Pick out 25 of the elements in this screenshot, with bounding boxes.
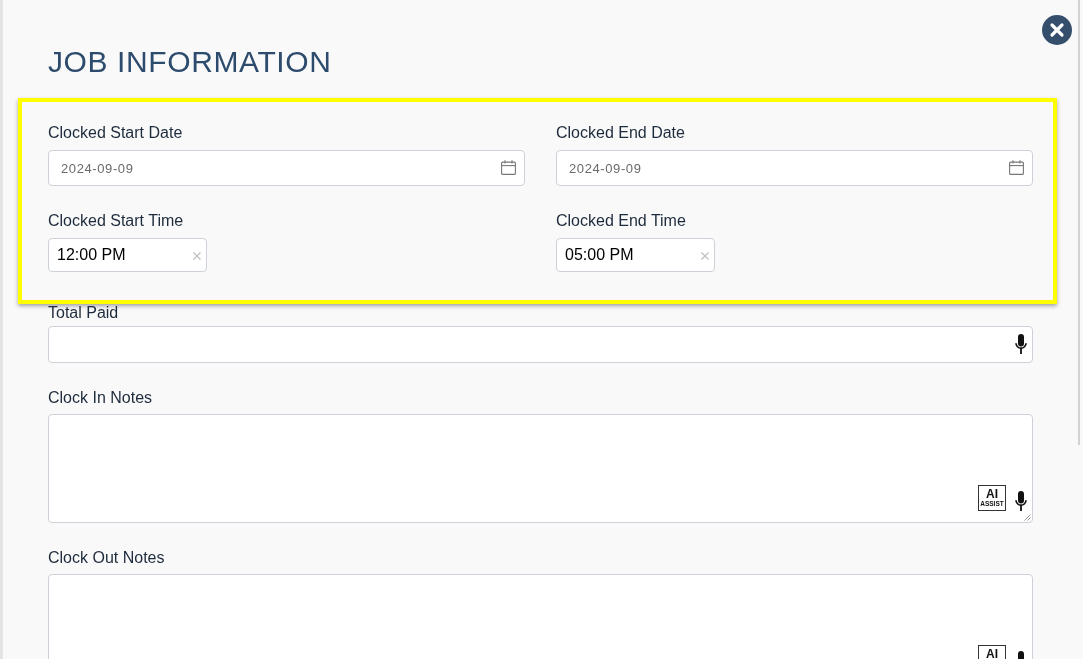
ai-assist-button[interactable]: AI [978, 645, 1006, 659]
field-label: Clock In Notes [48, 388, 153, 408]
date-field[interactable]: 2024-09-09 [48, 150, 525, 186]
scrollbar[interactable] [1078, 0, 1080, 445]
time-field[interactable]: 12:00 PM [48, 238, 207, 272]
close-icon[interactable] [1042, 15, 1072, 45]
field-label: Total Paid [48, 304, 119, 322]
clear-icon[interactable] [193, 252, 201, 260]
microphone-icon[interactable] [1015, 491, 1027, 511]
microphone-icon[interactable] [1015, 334, 1027, 354]
date-field[interactable]: 2024-09-09 [556, 150, 1033, 186]
field-label: Clocked End Time [556, 211, 686, 231]
calendar-icon[interactable] [501, 160, 516, 175]
time-field[interactable]: 05:00 PM [556, 238, 715, 272]
calendar-icon[interactable] [1009, 160, 1024, 175]
notes-field[interactable] [48, 574, 1033, 659]
resize-grip-icon[interactable] [1024, 514, 1031, 521]
field-label: Clocked End Date [556, 123, 685, 143]
field-label: Clocked Start Date [48, 123, 183, 143]
clear-icon[interactable] [701, 252, 709, 260]
notes-field[interactable] [48, 414, 1033, 523]
field-label: Clocked Start Time [48, 211, 184, 231]
field-label: Clock Out Notes [48, 548, 165, 568]
text-field[interactable] [48, 326, 1033, 363]
dialog-title: JOB INFORMATION [48, 44, 332, 80]
